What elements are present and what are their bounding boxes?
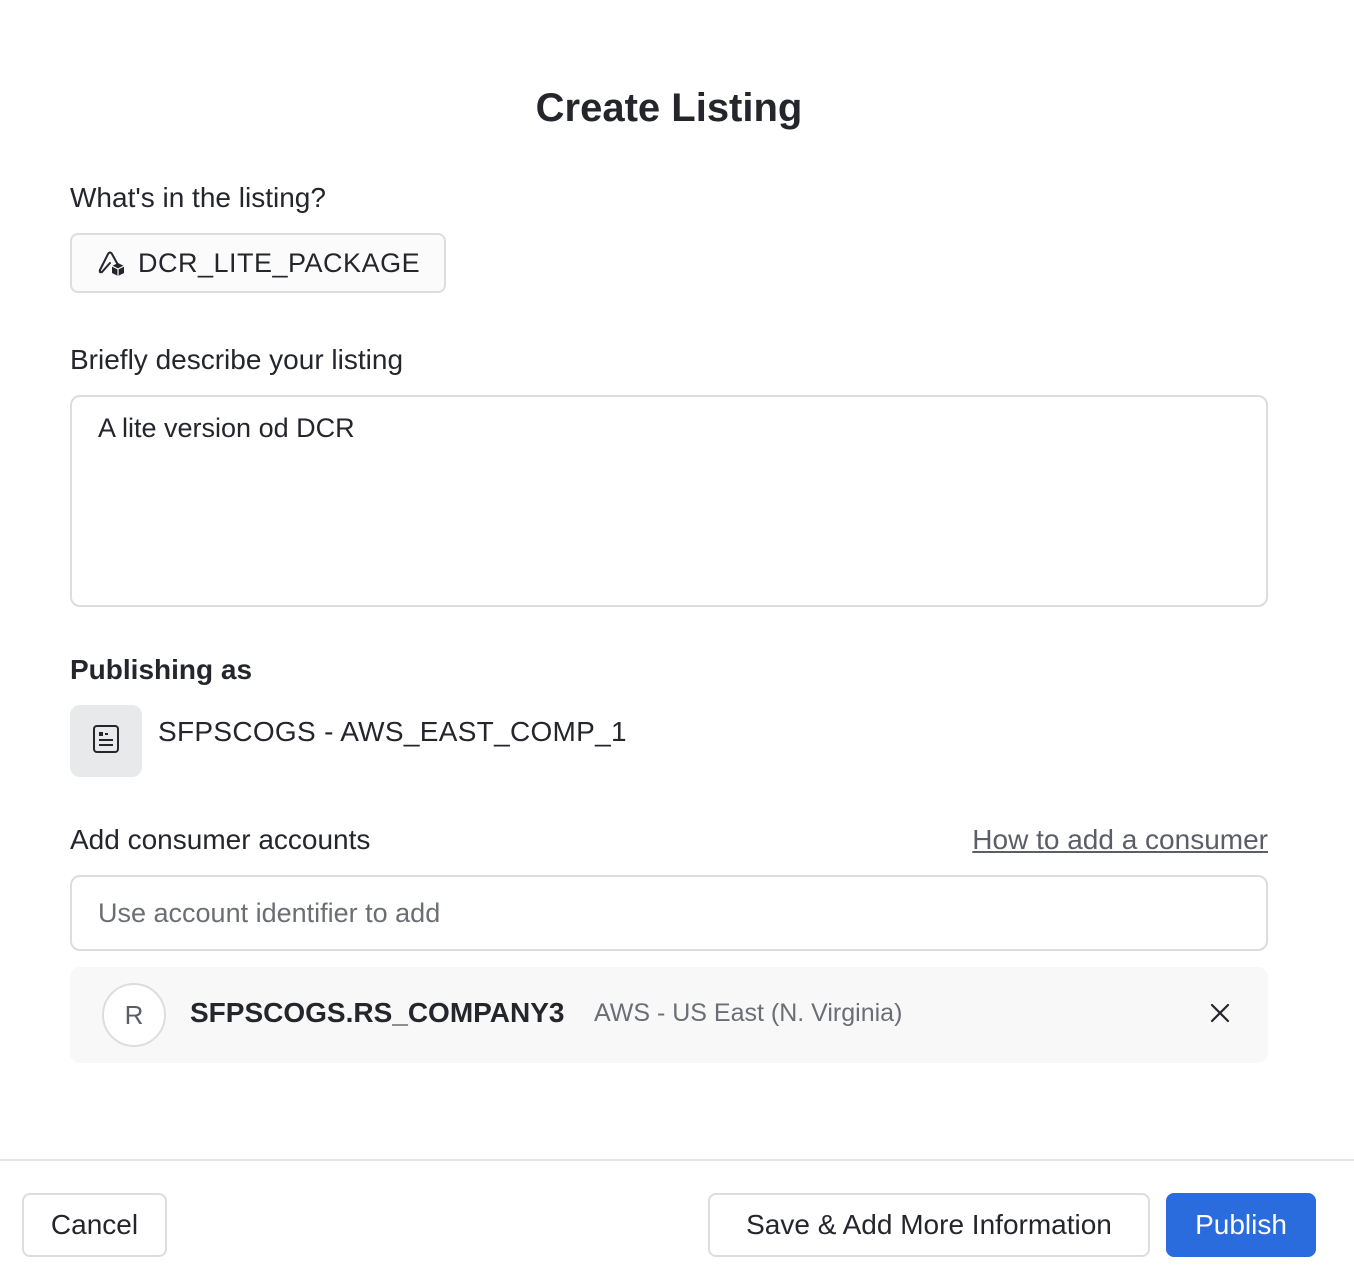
publishing-as-label: Publishing as: [70, 654, 253, 685]
how-to-add-consumer-link[interactable]: How to add a consumer: [972, 824, 1268, 856]
package-name: DCR_LITE_PACKAGE: [138, 247, 421, 278]
remove-consumer-button[interactable]: [1202, 997, 1238, 1033]
consumer-region: AWS - US East (N. Virginia): [594, 999, 903, 1027]
description-label: Briefly describe your listing: [70, 344, 404, 375]
dialog-title: Create Listing: [535, 86, 803, 130]
consumer-accounts-label: Add consumer accounts: [70, 824, 371, 855]
close-icon: [1209, 1002, 1231, 1029]
save-and-add-more-button[interactable]: Save & Add More Information: [708, 1193, 1150, 1257]
package-chip[interactable]: DCR_LITE_PACKAGE: [70, 233, 447, 293]
cancel-button[interactable]: Cancel: [22, 1193, 167, 1257]
publishing-account-name: SFPSCOGS - AWS_EAST_COMP_1: [158, 716, 627, 747]
consumer-avatar: R: [102, 983, 166, 1047]
package-icon: [96, 248, 130, 278]
footer-divider: [0, 1159, 1354, 1161]
consumer-identifier: SFPSCOGS.RS_COMPANY3: [190, 997, 565, 1028]
account-icon-container: [70, 705, 142, 777]
account-icon: [92, 724, 120, 759]
listing-contents-label: What's in the listing?: [70, 182, 326, 213]
consumer-list-item: R SFPSCOGS.RS_COMPANY3 AWS - US East (N.…: [70, 967, 1268, 1063]
publish-button[interactable]: Publish: [1166, 1193, 1316, 1257]
create-listing-dialog: Create Listing What's in the listing? DC…: [0, 0, 1354, 1278]
description-textarea[interactable]: [70, 395, 1268, 607]
consumer-account-input[interactable]: [70, 875, 1268, 951]
